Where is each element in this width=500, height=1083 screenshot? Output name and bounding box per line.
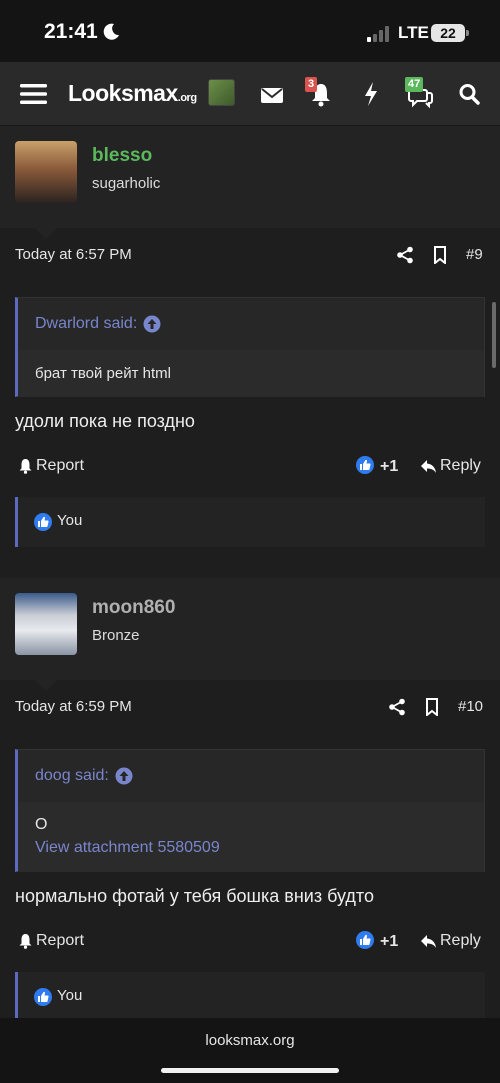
thread-content: blesso sugarholic Today at 6:57 PM #9 Dw…: [0, 126, 500, 1018]
quote-body: брат твой рейт html: [18, 350, 484, 397]
quote-body: O View attachment 5580509: [18, 802, 484, 872]
post-number[interactable]: #10: [458, 698, 483, 715]
home-indicator[interactable]: [161, 1068, 339, 1073]
site-logo[interactable]: Looksmax.org: [68, 80, 197, 107]
bookmark-icon[interactable]: [423, 698, 441, 716]
status-bar: 21:41 LTE 22: [0, 0, 500, 62]
quote-author[interactable]: doog said:: [35, 767, 133, 785]
logo-suffix: .org: [177, 92, 197, 104]
post-message: нормально фотай у тебя бошка вниз будто: [15, 886, 374, 906]
quote-block: Dwarlord said: брат твой рейт html: [15, 297, 485, 397]
report-button[interactable]: Report: [18, 457, 84, 475]
share-icon[interactable]: [388, 698, 406, 716]
signal-icon: [367, 26, 389, 42]
share-icon[interactable]: [396, 246, 414, 264]
user-title: sugarholic: [92, 175, 161, 192]
network-label: LTE: [398, 23, 429, 42]
arrow-up-circle-icon[interactable]: [143, 315, 161, 333]
battery-icon: 22: [431, 24, 469, 42]
post-user-block: blesso sugarholic: [0, 126, 500, 228]
post-message: удоли пока не поздно: [15, 411, 195, 431]
status-time: 21:41: [44, 20, 98, 43]
report-label: Report: [36, 457, 85, 474]
address-bar[interactable]: looksmax.org: [0, 1032, 500, 1049]
reactions-list[interactable]: You: [57, 512, 82, 529]
alerts-badge: 3: [305, 77, 318, 92]
attachment-link[interactable]: View attachment 5580509: [35, 839, 220, 857]
browser-bar: looksmax.org: [0, 1018, 500, 1083]
menu-icon[interactable]: [20, 80, 47, 108]
reply-label: Reply: [440, 457, 481, 474]
avatar[interactable]: [15, 141, 77, 203]
bell-icon: [19, 459, 32, 474]
bell-icon: [19, 934, 32, 949]
quote-scrollbar[interactable]: [492, 302, 496, 368]
bookmark-icon[interactable]: [431, 246, 449, 264]
report-label: Report: [36, 932, 85, 949]
quote-author-label: Dwarlord said:: [35, 315, 138, 332]
lightning-icon[interactable]: [362, 80, 380, 108]
account-avatar[interactable]: [208, 79, 235, 106]
post-user-block: moon860 Bronze: [0, 578, 500, 680]
post-meta: Today at 6:59 PM #10: [0, 687, 500, 727]
post-meta: Today at 6:57 PM #9: [0, 235, 500, 275]
quote-author[interactable]: Dwarlord said:: [35, 315, 161, 333]
logo-text: Looksmax: [68, 80, 178, 106]
quote-block: doog said: O View attachment 5580509: [15, 749, 485, 872]
arrow-up-circle-icon[interactable]: [115, 767, 133, 785]
search-icon[interactable]: [459, 80, 480, 108]
like-icon: [34, 988, 52, 1006]
moon-icon: [103, 23, 119, 40]
username[interactable]: blesso: [92, 145, 152, 167]
quote-text: O: [35, 816, 48, 833]
reactions-bar: You: [15, 497, 485, 547]
post-date[interactable]: Today at 6:57 PM: [15, 246, 132, 263]
conversations-badge: 47: [405, 77, 424, 92]
quote-text: брат твой рейт html: [35, 365, 171, 382]
avatar[interactable]: [15, 593, 77, 655]
reply-icon: [421, 459, 436, 473]
reply-button[interactable]: Reply: [420, 457, 481, 475]
username[interactable]: moon860: [92, 597, 175, 619]
reactions-bar: You: [15, 972, 485, 1018]
reply-icon: [421, 934, 436, 948]
post-date[interactable]: Today at 6:59 PM: [15, 698, 132, 715]
reply-button[interactable]: Reply: [420, 932, 481, 950]
report-button[interactable]: Report: [18, 932, 84, 950]
top-navigation: Looksmax.org 3 47: [0, 62, 500, 126]
user-title: Bronze: [92, 627, 140, 644]
post-number[interactable]: #9: [466, 246, 483, 263]
reaction-score[interactable]: +1: [380, 458, 398, 476]
reply-label: Reply: [440, 932, 481, 949]
like-icon: [34, 513, 52, 531]
like-icon[interactable]: [356, 456, 374, 474]
reactions-list[interactable]: You: [57, 987, 82, 1004]
reaction-score[interactable]: +1: [380, 933, 398, 951]
envelope-icon[interactable]: [261, 80, 283, 108]
like-icon[interactable]: [356, 931, 374, 949]
quote-author-label: doog said:: [35, 767, 109, 784]
